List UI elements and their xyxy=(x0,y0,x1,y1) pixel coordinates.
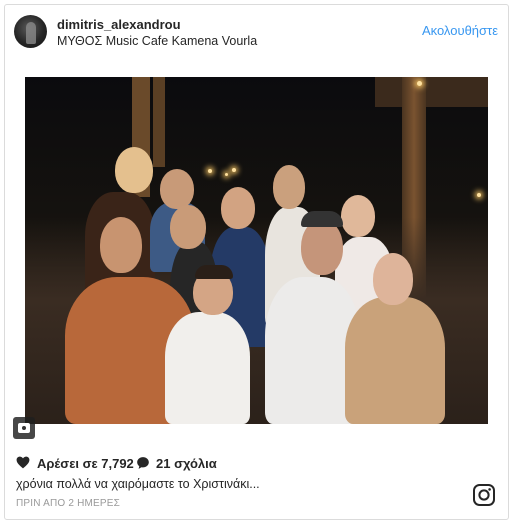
username-link[interactable]: dimitris_alexandrou xyxy=(57,17,181,32)
instagram-embed-card: dimitris_alexandrou ΜΥΘΟΣ Music Cafe Kam… xyxy=(4,4,509,520)
location-link[interactable]: ΜΥΘΟΣ Music Cafe Kamena Vourla xyxy=(57,34,257,48)
likes-count[interactable]: Αρέσει σε 7,792 xyxy=(37,456,134,471)
follow-button[interactable]: Ακολουθήστε xyxy=(422,23,498,38)
camera-icon[interactable] xyxy=(13,417,35,439)
post-caption: χρόνια πολλά να χαιρόμαστε το Χριστινάκι… xyxy=(16,477,260,491)
avatar[interactable] xyxy=(14,15,47,48)
post-header: dimitris_alexandrou ΜΥΘΟΣ Music Cafe Kam… xyxy=(5,5,508,61)
post-timestamp[interactable]: ΠΡΙΝ ΑΠΟ 2 ΗΜΕΡΕΣ xyxy=(16,498,120,509)
heart-icon[interactable] xyxy=(16,456,30,469)
comments-count[interactable]: 21 σχόλια xyxy=(156,456,217,471)
comment-bubble-icon[interactable] xyxy=(136,456,150,470)
instagram-logo-icon[interactable] xyxy=(472,483,496,507)
post-photo[interactable] xyxy=(25,77,488,424)
post-actions: Αρέσει σε 7,792 21 σχόλια xyxy=(5,453,508,475)
